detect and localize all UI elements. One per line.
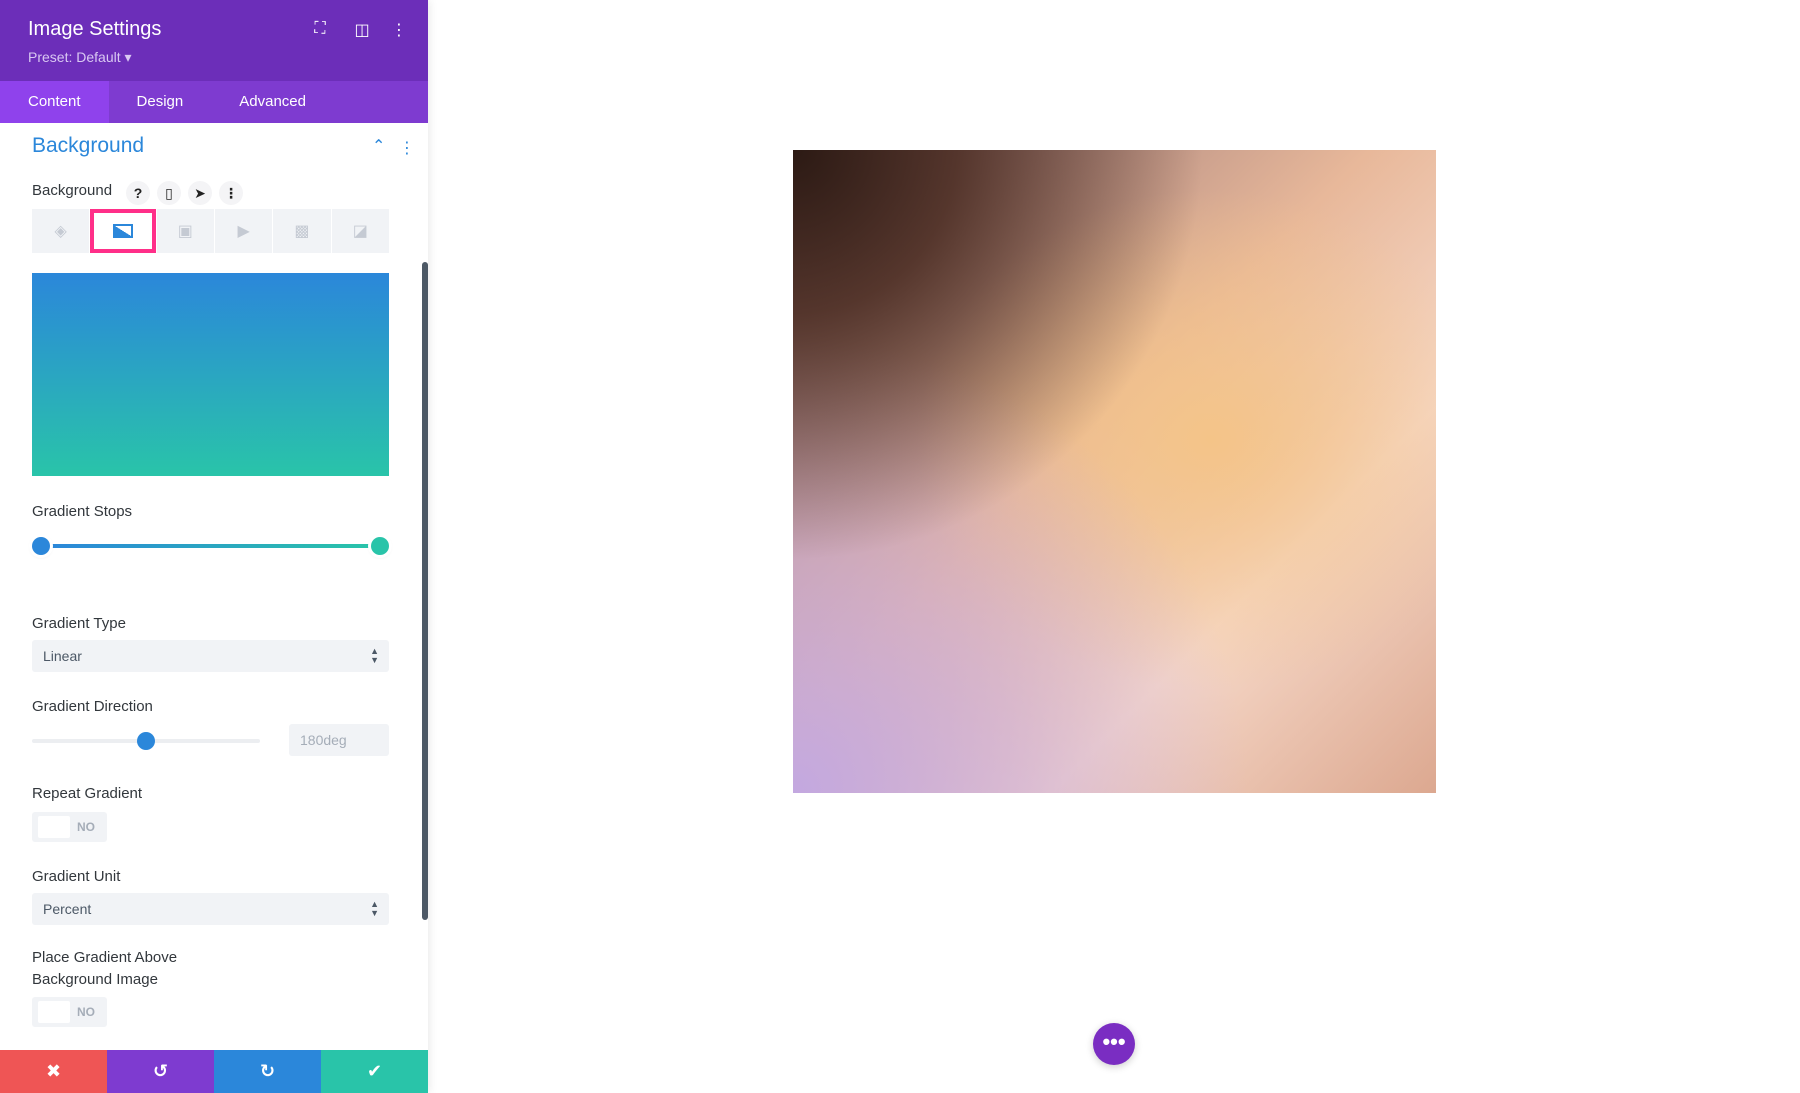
gradient-preview: [32, 273, 389, 476]
tab-bar: Content Design Advanced: [0, 81, 428, 123]
place-above-toggle[interactable]: NO: [32, 997, 107, 1027]
mask-icon[interactable]: ◪: [331, 209, 389, 253]
direction-slider-handle[interactable]: [137, 732, 155, 750]
background-label: Background: [32, 182, 113, 199]
repeat-gradient-label: Repeat Gradient: [32, 785, 143, 802]
tab-advanced[interactable]: Advanced: [211, 81, 334, 123]
gradient-unit-label: Gradient Unit: [32, 868, 121, 885]
gradient-type-value: Linear: [43, 648, 82, 664]
color-icon[interactable]: ◈: [32, 209, 90, 253]
check-icon: ✔: [366, 1061, 383, 1081]
chevron-up-icon[interactable]: ⌃: [372, 136, 385, 156]
gradient-unit-value: Percent: [43, 901, 92, 917]
fullscreen-icon[interactable]: ⛶: [310, 20, 330, 38]
place-above-label-2: Background Image: [32, 971, 158, 988]
tab-design[interactable]: Design: [109, 81, 212, 123]
gradient-direction-input[interactable]: 180deg: [289, 724, 389, 756]
gradient-stop-end[interactable]: [371, 537, 389, 555]
image-icon[interactable]: ▣: [156, 209, 214, 253]
pattern-icon[interactable]: ▩: [273, 209, 331, 253]
hover-cursor-icon[interactable]: ➤: [188, 181, 212, 205]
background-type-tabs: ◈ ▣ ▶ ▩ ◪: [32, 209, 389, 253]
toggle-state: NO: [77, 820, 95, 834]
section-more-icon[interactable]: ⋮: [399, 138, 415, 158]
help-icon[interactable]: ?: [126, 181, 150, 205]
gradient-direction-label: Gradient Direction: [32, 698, 153, 715]
redo-icon: ↻: [259, 1061, 276, 1081]
undo-icon: ↺: [152, 1061, 169, 1081]
place-above-label-1: Place Gradient Above: [32, 949, 178, 966]
panel-header: Image Settings Preset: Default ▾ ⛶ ◫ ⋮: [0, 0, 428, 81]
tab-content[interactable]: Content: [0, 81, 109, 123]
gradient-stop-start[interactable]: [32, 537, 50, 555]
preset-dropdown[interactable]: Preset: Default ▾: [28, 49, 132, 66]
undo-button[interactable]: ↺: [107, 1050, 214, 1093]
redo-button[interactable]: ↻: [214, 1050, 321, 1093]
page-settings-button[interactable]: •••: [1093, 1023, 1135, 1065]
split-layout-icon[interactable]: ◫: [352, 20, 372, 40]
field-more-icon[interactable]: ⋮: [219, 181, 243, 205]
image-module[interactable]: [793, 150, 1436, 793]
section-title[interactable]: Background: [32, 134, 144, 158]
gradient-type-select[interactable]: Linear ▲ ▼: [32, 640, 389, 672]
repeat-gradient-toggle[interactable]: NO: [32, 812, 107, 842]
gradient-type-label: Gradient Type: [32, 615, 126, 632]
gradient-unit-select[interactable]: Percent ▲ ▼: [32, 893, 389, 925]
close-icon: ✖: [45, 1061, 62, 1081]
cancel-button[interactable]: ✖: [0, 1050, 107, 1093]
settings-panel: Image Settings Preset: Default ▾ ⛶ ◫ ⋮ C…: [0, 0, 428, 1093]
panel-title: Image Settings: [28, 18, 162, 40]
video-icon[interactable]: ▶: [214, 209, 273, 253]
gradient-stops-label: Gradient Stops: [32, 503, 133, 520]
save-button[interactable]: ✔: [321, 1050, 428, 1093]
panel-scrollbar[interactable]: [422, 262, 428, 920]
panel-footer: ✖ ↺ ↻ ✔: [0, 1050, 428, 1093]
select-arrows-icon: ▲ ▼: [370, 646, 379, 665]
more-vertical-icon[interactable]: ⋮: [389, 20, 409, 40]
gradient-stops-track[interactable]: [48, 544, 372, 548]
mobile-icon[interactable]: ▯: [157, 181, 181, 205]
select-arrows-icon: ▲ ▼: [370, 899, 379, 918]
toggle-state: NO: [77, 1005, 95, 1019]
gradient-icon[interactable]: [90, 209, 156, 253]
